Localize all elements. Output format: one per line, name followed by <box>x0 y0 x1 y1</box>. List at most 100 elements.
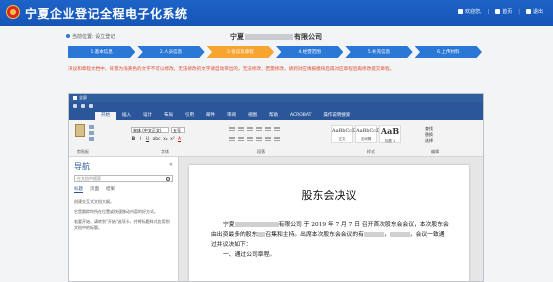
sort-icon[interactable] <box>274 127 280 131</box>
step-progress: 1.基本信息 2.人员信息 3.会议及章程 4.经营范围 5.补充信息 6.上传… <box>68 46 484 58</box>
justify-icon[interactable] <box>256 137 262 141</box>
tell-me-search[interactable]: 操作说明搜索 <box>317 112 356 120</box>
step-business-scope[interactable]: 4.经营范围 <box>275 46 344 58</box>
redo-icon[interactable] <box>89 104 93 108</box>
nav-tab-pages[interactable]: 页面 <box>90 186 99 193</box>
subscript-button[interactable]: x₂ <box>163 137 168 142</box>
company-name: 宁夏 有限公司 <box>230 33 322 41</box>
style-no-spacing[interactable]: AaBbCcDd 无间隔 <box>355 125 383 143</box>
navigation-title: 导航 <box>74 162 90 171</box>
home-icon <box>495 9 501 14</box>
clipboard-label: 剪贴板 <box>77 149 89 154</box>
nav-tab-results[interactable]: 结果 <box>106 186 115 193</box>
editing-label: 编辑 <box>431 149 439 154</box>
nav-search-input[interactable]: 在文档中搜索 <box>74 175 173 182</box>
save-icon[interactable] <box>73 104 77 108</box>
cut-icon[interactable] <box>89 125 94 129</box>
bullets-icon[interactable] <box>229 127 235 131</box>
underline-button[interactable]: U <box>145 137 150 142</box>
align-left-icon[interactable] <box>229 137 235 141</box>
numbering-icon[interactable] <box>238 127 244 131</box>
list-buttons <box>229 127 280 131</box>
document-title: 股东会决议 <box>301 189 357 202</box>
tab-acrobat[interactable]: ACROBAT <box>284 112 317 120</box>
emblem-icon <box>6 5 20 19</box>
align-buttons <box>229 137 280 141</box>
tab-mailings[interactable]: 邮件 <box>200 112 221 120</box>
font-size-select[interactable]: 五号 <box>171 127 185 133</box>
logout-icon <box>525 9 531 14</box>
step-basic-info[interactable]: 1.基本信息 <box>68 46 136 58</box>
nav-help-line: 创建交互式文档大纲。 <box>74 199 114 204</box>
user-welcome[interactable]: 欢迎您, <box>458 8 482 15</box>
redacted-text <box>363 232 384 237</box>
font-label: 字体 <box>161 149 169 154</box>
format-buttons: B I U abc x₂ x² A <box>131 137 182 142</box>
paste-icon[interactable] <box>75 124 85 137</box>
location-row: 当前位置: 设立登记 宁夏 有限公司 <box>0 29 553 43</box>
align-right-icon[interactable] <box>247 137 253 141</box>
step-supplementary[interactable]: 5.补充信息 <box>345 46 413 58</box>
align-center-icon[interactable] <box>238 137 244 141</box>
document-item: 一、通过公司章程。 <box>223 252 276 258</box>
tab-design[interactable]: 设计 <box>137 112 158 120</box>
close-icon[interactable]: ✕ <box>169 162 173 168</box>
top-user-menu: 欢迎您, | 首页 | 退出 <box>458 8 543 15</box>
redacted-text <box>245 34 293 40</box>
nav-help-text: 创建交互式文档大纲。 它是跟踪你所在位置或快速移动内容的好方式。 若要开始，请转… <box>74 199 173 231</box>
logout-link[interactable]: 退出 <box>525 8 543 15</box>
user-icon <box>458 9 463 14</box>
navigation-pane: 导航 ✕ 在文档中搜索 标题 页面 结果 创建交互式文档大纲。 它是跟踪你所在位… <box>69 157 179 281</box>
increase-indent-icon[interactable] <box>265 127 271 131</box>
editor-titlebar: 全屏 <box>69 94 483 102</box>
style-normal[interactable]: AaBbCcDd 正文 <box>331 125 359 143</box>
tab-layout[interactable]: 布局 <box>158 112 179 120</box>
tab-help[interactable]: 帮助 <box>263 112 284 120</box>
document-page[interactable]: 股东会决议 宁夏 有限公司 于 2019 年 7 月 7 日 召开首次股东会会议，… <box>189 165 469 281</box>
fullscreen-icon[interactable] <box>73 96 77 100</box>
copy-icon[interactable] <box>89 131 94 135</box>
step-meeting-charter[interactable]: 3.会议及章程 <box>206 46 274 58</box>
shading-icon[interactable] <box>274 137 280 141</box>
step-upload[interactable]: 6.上传材料 <box>414 46 482 58</box>
breadcrumb: 当前位置: 设立登记 <box>66 33 115 40</box>
system-title: 宁夏企业登记全程电子化系统 <box>25 7 188 21</box>
ribbon: 剪贴板 宋体 (中文正文) 五号 B I U abc x₂ x² A 字体 段落… <box>69 120 483 157</box>
nav-tab-headings[interactable]: 标题 <box>74 186 83 193</box>
quick-access-toolbar <box>69 102 483 110</box>
styles-label: 样式 <box>367 149 375 154</box>
nav-help-line: 它是跟踪你所在位置或快速移动内容的好方式。 <box>74 209 158 214</box>
tab-review[interactable]: 审阅 <box>221 112 242 120</box>
font-name-select[interactable]: 宋体 (中文正文) <box>131 127 169 133</box>
bold-button[interactable]: B <box>131 137 136 142</box>
tab-view[interactable]: 视图 <box>242 112 263 120</box>
font-color-button[interactable]: A <box>177 137 182 142</box>
tab-home[interactable]: 开始 <box>95 112 116 120</box>
nav-help-line: 若要开始，请转到"开始"选项卡，并将标题样式应用到文档中的标题。 <box>74 219 170 230</box>
redacted-text <box>234 222 279 227</box>
decrease-indent-icon[interactable] <box>256 127 262 131</box>
location-pin-icon <box>66 34 70 38</box>
document-editor: 全屏 开始 插入 设计 布局 引用 邮件 审阅 视图 帮助 ACROBAT 操作… <box>68 93 484 282</box>
select-button[interactable]: 选择 <box>425 138 433 144</box>
style-heading-1[interactable]: AaB 标题 1 <box>379 125 401 143</box>
format-painter-icon[interactable] <box>89 137 94 141</box>
tab-insert[interactable]: 插入 <box>116 112 137 120</box>
tab-references[interactable]: 引用 <box>179 112 200 120</box>
divider: | <box>518 8 520 15</box>
strikethrough-button[interactable]: abc <box>152 137 161 142</box>
undo-icon[interactable] <box>81 104 85 108</box>
nav-tabs: 标题 页面 结果 <box>74 186 173 193</box>
step-personnel[interactable]: 2.人员信息 <box>137 46 205 58</box>
ribbon-tabs: 开始 插入 设计 布局 引用 邮件 审阅 视图 帮助 ACROBAT 操作说明搜… <box>69 110 483 120</box>
workspace: 导航 ✕ 在文档中搜索 标题 页面 结果 创建交互式文档大纲。 它是跟踪你所在位… <box>69 157 483 281</box>
superscript-button[interactable]: x² <box>170 137 175 142</box>
home-link[interactable]: 首页 <box>495 8 512 15</box>
line-spacing-icon[interactable] <box>265 137 271 141</box>
editing-group: 查找 替换 选择 <box>425 126 433 144</box>
multilevel-list-icon[interactable] <box>247 127 253 131</box>
top-banner: 宁夏企业登记全程电子化系统 欢迎您, | 首页 | 退出 <box>0 0 553 26</box>
italic-button[interactable]: I <box>138 137 143 142</box>
search-icon[interactable] <box>166 177 170 181</box>
paragraph-label: 段落 <box>257 149 265 154</box>
